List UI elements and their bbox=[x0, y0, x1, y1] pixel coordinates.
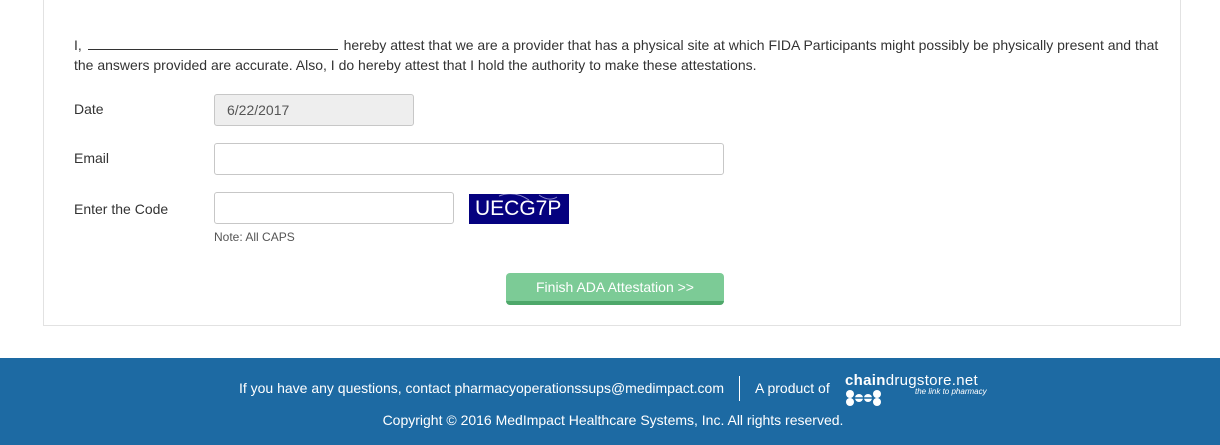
date-label: Date bbox=[74, 101, 104, 117]
email-field[interactable] bbox=[214, 143, 724, 175]
copyright-text: Copyright © 2016 MedImpact Healthcare Sy… bbox=[382, 412, 844, 428]
finish-attestation-button[interactable]: Finish ADA Attestation >> bbox=[506, 273, 724, 305]
name-blank-line bbox=[87, 35, 338, 50]
logo-brand-bold: chain bbox=[845, 372, 886, 389]
date-field bbox=[214, 94, 414, 126]
attestation-prefix: I, bbox=[74, 37, 82, 53]
chain-link-icon bbox=[846, 390, 881, 406]
code-label: Enter the Code bbox=[74, 201, 169, 217]
product-of-text: A product of bbox=[755, 380, 830, 396]
attestation-statement: I, hereby attest that we are a provider … bbox=[74, 35, 1164, 75]
captcha-text: UECG7P bbox=[475, 197, 562, 220]
attestation-panel: I, hereby attest that we are a provider … bbox=[43, 0, 1181, 326]
footer-divider bbox=[739, 376, 740, 401]
code-input[interactable] bbox=[214, 192, 454, 224]
email-label: Email bbox=[74, 150, 110, 166]
footer: If you have any questions, contact pharm… bbox=[0, 358, 1220, 445]
code-note: Note: All CAPS bbox=[214, 230, 295, 244]
chaindrugstore-logo[interactable]: chaindrugstore.net the link to pharmacy bbox=[845, 372, 995, 408]
contact-text: If you have any questions, contact pharm… bbox=[238, 380, 724, 396]
captcha-image: UECG7P bbox=[469, 194, 569, 224]
logo-tagline: the link to pharmacy bbox=[915, 387, 987, 396]
